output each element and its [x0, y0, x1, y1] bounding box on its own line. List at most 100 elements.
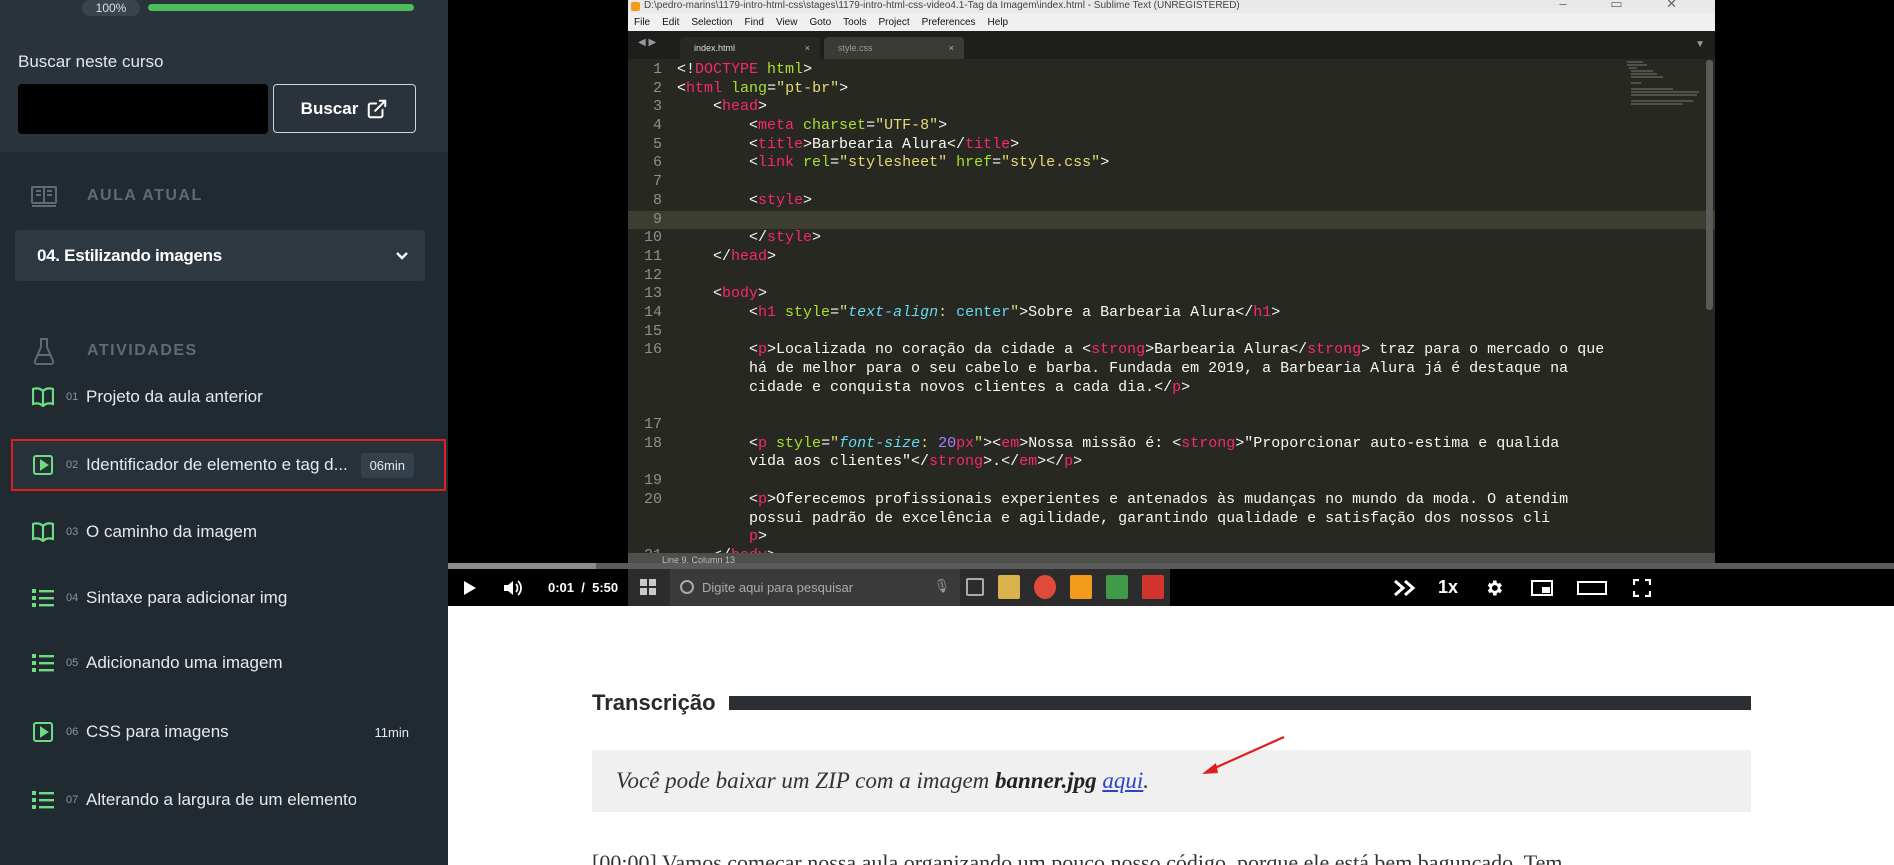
book-icon	[30, 387, 56, 407]
task-view-icon	[966, 578, 984, 596]
list-icon	[30, 790, 56, 810]
theater-mode-icon	[1577, 580, 1607, 595]
close-icon: ×	[804, 43, 810, 53]
time-separator: /	[581, 580, 585, 595]
code-line: 16 <p>Localizada no coração da cidade a …	[643, 341, 1605, 359]
transcript-header: Transcrição	[592, 690, 1751, 716]
activity-item[interactable]: 04 Sintaxe para adicionar img	[0, 574, 448, 622]
code-line: 18 <p style="font-size: 20px"><em>Nossa …	[643, 434, 1560, 452]
lesson-selector[interactable]: 04. Estilizando imagens	[15, 230, 425, 281]
file-explorer-icon	[998, 575, 1020, 599]
transcript-divider	[728, 696, 1751, 710]
code-line: 3 <head>	[652, 98, 768, 116]
current-lesson-title: AULA ATUAL	[87, 187, 203, 204]
flask-icon	[24, 337, 64, 365]
skip-forward-button[interactable]	[1385, 579, 1425, 597]
editor-menu-item: Edit	[662, 16, 680, 28]
activities-title: ATIVIDADES	[87, 342, 198, 359]
activity-number: 01	[66, 391, 79, 403]
taskbar-search: Digite aqui para pesquisar 🎙	[670, 569, 960, 606]
tab-nav-arrows-icon: ◀ ▶	[638, 37, 657, 48]
editor-menu-item: File	[634, 16, 651, 28]
current-lesson-header: AULA ATUAL	[0, 176, 448, 216]
list-icon	[30, 588, 56, 608]
video-player[interactable]: D:\pedro-marins\1179-intro-html-css\stag…	[448, 0, 1894, 606]
playback-speed-button[interactable]: 1x	[1425, 577, 1471, 598]
editor-window-title: D:\pedro-marins\1179-intro-html-css\stag…	[628, 0, 1715, 13]
code-line: possui padrão de excelência e agilidade,…	[677, 509, 1551, 527]
activity-item[interactable]: 07 Alterando a largura de um elemento	[0, 776, 448, 824]
editor-menu-item: Selection	[691, 16, 733, 28]
code-line: 5 <title>Barbearia Alura</title>	[652, 135, 1020, 153]
cortana-icon	[680, 580, 694, 594]
total-duration: 5:50	[592, 580, 619, 595]
editor-menu-item: Preferences	[921, 16, 976, 28]
activity-item[interactable]: 02 Identificador de elemento e tag d... 06…	[11, 439, 446, 491]
settings-button[interactable]	[1471, 578, 1517, 598]
code-line: 10 </style>	[643, 229, 822, 247]
search-button-label: Buscar	[300, 98, 359, 118]
microphone-icon: 🎙	[933, 578, 950, 593]
code-line: vida aos clientes"</strong>.</em></p>	[677, 453, 1083, 471]
editor-menu-item: Help	[987, 16, 1009, 28]
code-line: 19	[643, 472, 662, 490]
annotation-arrow-icon	[1202, 735, 1285, 774]
transcript-section: Transcrição Você pode baixar um ZIP com …	[448, 606, 1894, 865]
tab-style-css-label: style.css	[838, 43, 873, 53]
book-icon	[30, 522, 56, 542]
current-time: 0:01	[548, 580, 575, 595]
activity-title: Adicionando uma imagem	[86, 653, 283, 672]
tab-index-html: index.html ×	[680, 37, 820, 59]
tab-index-html-label: index.html	[694, 43, 736, 53]
activity-item[interactable]: 03 O caminho da imagem	[0, 508, 448, 556]
activities-header: ATIVIDADES	[0, 331, 448, 371]
code-line: 11 </head>	[643, 247, 777, 265]
download-note-filename: banner.jpg	[995, 768, 1097, 793]
activity-item[interactable]: 06 CSS para imagens 11min	[0, 708, 448, 756]
activity-number: 07	[66, 794, 79, 806]
transcript-title: Transcrição	[592, 690, 716, 715]
play-icon	[30, 722, 56, 742]
activity-number: 03	[66, 526, 79, 538]
code-line: 7	[652, 173, 662, 191]
activity-title: O caminho da imagem	[86, 522, 258, 541]
list-icon	[30, 653, 56, 673]
theater-mode-button[interactable]	[1567, 580, 1617, 595]
activity-title: CSS para imagens	[86, 722, 229, 741]
volume-button[interactable]	[492, 579, 534, 597]
search-input[interactable]	[18, 84, 268, 134]
code-line-current: 9	[628, 210, 1715, 230]
search-button[interactable]: Buscar	[273, 84, 416, 133]
activity-number: 02	[66, 459, 79, 471]
code-line: 6 <link rel="stylesheet" href="style.css…	[652, 154, 1110, 172]
sublime-taskbar-icon	[1070, 575, 1092, 599]
activity-number: 05	[66, 657, 79, 669]
activity-title: Identificador de elemento e tag d...	[86, 455, 348, 474]
download-note-end: .	[1143, 768, 1150, 793]
download-note-text: Você pode baixar um ZIP com a imagem	[616, 768, 990, 793]
double-chevron-right-icon	[1394, 579, 1416, 596]
search-label: Buscar neste curso	[18, 52, 164, 71]
activity-item[interactable]: 05 Adicionando uma imagem	[0, 639, 448, 687]
code-line: 4 <meta charset="UTF-8">	[652, 117, 948, 135]
editor-window-title-text: D:\pedro-marins\1179-intro-html-css\stag…	[644, 0, 1240, 11]
fullscreen-button[interactable]	[1617, 578, 1667, 597]
volume-icon	[504, 579, 522, 596]
activity-title: Sintaxe para adicionar img	[86, 588, 288, 607]
miniplayer-button[interactable]	[1517, 579, 1567, 596]
editor-menu-item: Tools	[843, 16, 867, 28]
player-right-controls: 1x	[1385, 569, 1667, 606]
code-line: 17	[643, 416, 662, 434]
chrome-icon	[1034, 575, 1056, 599]
activity-item[interactable]: 01 Projeto da aula anterior	[0, 373, 448, 421]
code-line: 20 <p>Oferecemos profissionais experient…	[643, 490, 1569, 508]
course-progress-bar	[148, 4, 414, 11]
activity-number: 06	[66, 726, 79, 738]
editor-minimap	[1623, 60, 1703, 110]
download-link[interactable]: aqui	[1102, 768, 1143, 794]
activity-number: 04	[66, 592, 79, 604]
lesson-selector-label: 04. Estilizando imagens	[37, 245, 222, 265]
play-button[interactable]	[448, 580, 492, 596]
editor-menubar: File Edit Selection Find View Goto Tools Projec…	[628, 13, 1715, 31]
